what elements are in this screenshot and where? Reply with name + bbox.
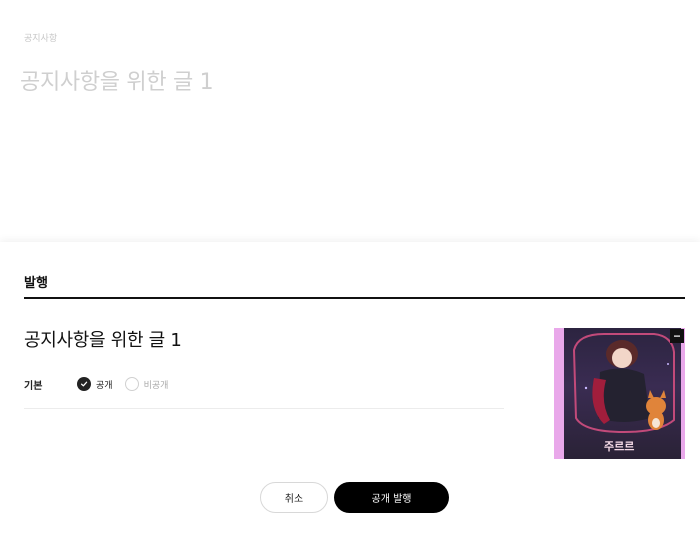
editor-category[interactable]: 공지사항 <box>24 31 57 44</box>
radio-private[interactable]: 비공개 <box>124 377 169 391</box>
publish-panel-heading: 발행 <box>24 276 48 291</box>
thumbnail-image[interactable]: 주르르 <box>554 328 685 459</box>
radio-public[interactable]: 공개 <box>77 377 113 391</box>
cancel-button[interactable]: 취소 <box>260 482 328 513</box>
publish-button[interactable]: 공개 발행 <box>334 482 449 513</box>
post-title: 공지사항을 위한 글 1 <box>24 330 182 351</box>
visibility-row: 기본 공개 비공개 <box>24 375 180 393</box>
radio-private-label: 비공개 <box>143 380 169 391</box>
visibility-label: 기본 <box>24 380 43 392</box>
thumbnail-artwork: 주르르 <box>564 328 681 459</box>
radio-public-label: 공개 <box>96 380 113 391</box>
thumbnail-title: 주르르 <box>604 440 634 453</box>
editor-title-input[interactable]: 공지사항을 위한 글 1 <box>20 64 214 96</box>
check-icon <box>77 377 91 391</box>
radio-empty-icon <box>124 377 139 391</box>
heading-divider <box>24 297 685 299</box>
minus-icon[interactable] <box>670 329 684 343</box>
publish-panel: 발행 공지사항을 위한 글 1 기본 공개 비공개 주르르 취소 공개 발행 <box>0 242 700 539</box>
post-editor: 공지사항 공지사항을 위한 글 1 <box>0 0 700 242</box>
section-divider <box>24 408 504 409</box>
